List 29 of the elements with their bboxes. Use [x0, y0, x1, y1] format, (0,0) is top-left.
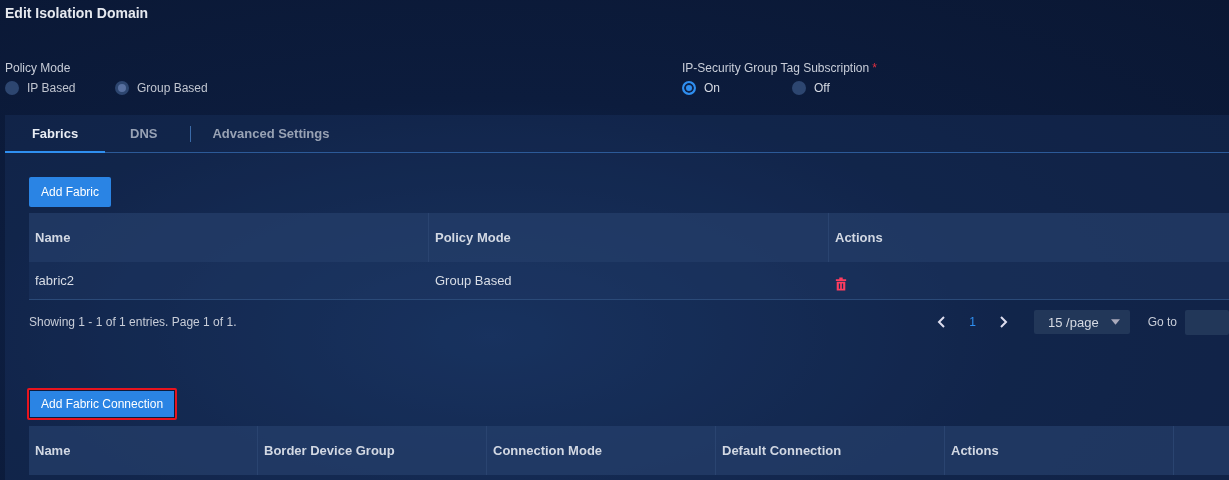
table-cell-text: fabric2	[34, 272, 76, 290]
next-page-icon[interactable]	[998, 315, 1009, 329]
radio-option[interactable]: Off	[792, 81, 902, 95]
tab[interactable]: Fabrics	[5, 115, 105, 153]
column-header: Name	[29, 426, 258, 475]
column-header: Connection Mode	[487, 426, 716, 475]
required-mark: *	[872, 61, 877, 75]
column-header: Actions	[945, 426, 1174, 475]
previous-page-icon[interactable]	[937, 315, 948, 329]
delete-icon[interactable]	[835, 276, 847, 291]
table-cell-text: Group Based	[434, 272, 513, 290]
column-header: Default Connection	[716, 426, 945, 475]
goto-label: Go to	[1147, 315, 1177, 329]
column-header: Name	[29, 213, 429, 262]
tab[interactable]: DNS	[105, 115, 183, 153]
column-header: Border Device Group	[258, 426, 487, 475]
column-header: Actions	[834, 229, 884, 247]
radio-option[interactable]: On	[682, 81, 792, 95]
add-fabric-button[interactable]: Add Fabric	[29, 177, 112, 207]
page-title: Edit Isolation Domain	[5, 5, 150, 23]
entries-summary: Showing 1 - 1 of 1 entries. Page 1 of 1.	[29, 315, 237, 329]
add-fabric-connection-button[interactable]: Add Fabric Connection	[27, 388, 178, 420]
field-label: Policy Mode	[5, 61, 72, 75]
field-label: IP-Security Group Tag Subscription	[682, 61, 870, 75]
tab[interactable]: Advanced Settings	[187, 115, 355, 153]
page-size-dropdown[interactable]: 15 /page	[1034, 310, 1130, 334]
caret-icon	[1110, 319, 1120, 325]
page-number[interactable]: 1	[961, 315, 985, 329]
column-header: Policy Mode	[429, 213, 829, 262]
